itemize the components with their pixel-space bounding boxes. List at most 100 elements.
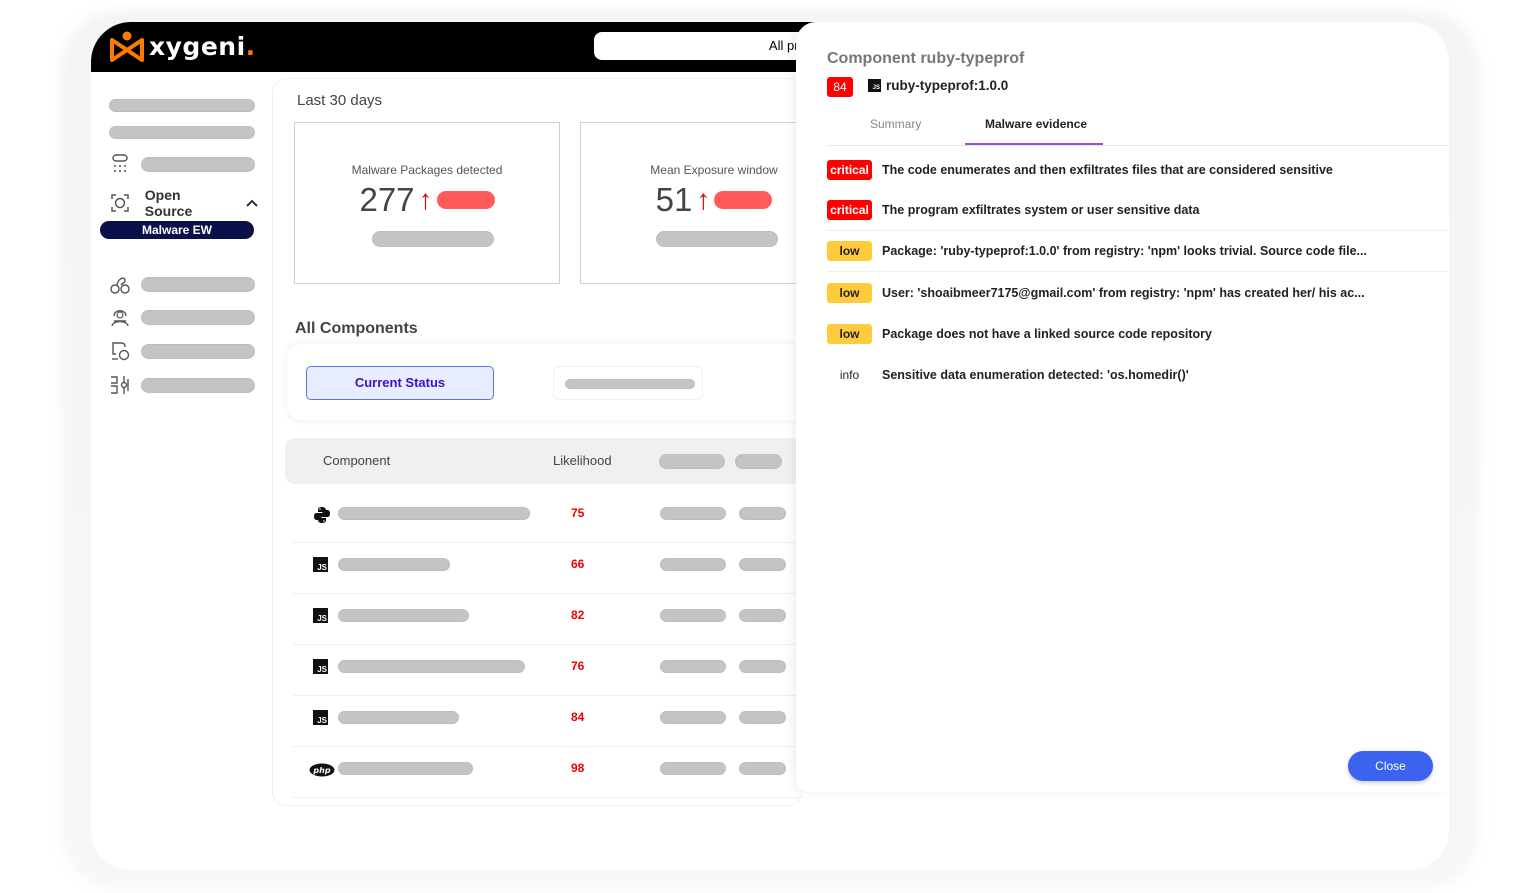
evidence-text: Package: 'ruby-typeprof:1.0.0' from regi… bbox=[882, 244, 1367, 258]
cell-placeholder bbox=[660, 558, 726, 571]
dependencies-icon bbox=[109, 273, 131, 295]
close-button[interactable]: Close bbox=[1348, 751, 1433, 781]
sidebar: Open Source Malware EW bbox=[91, 72, 271, 870]
chevron-up-icon[interactable] bbox=[245, 195, 259, 211]
filter-option[interactable] bbox=[553, 366, 703, 400]
component-name-placeholder bbox=[338, 711, 459, 724]
component-detail-panel: Component ruby-typeprof 84 JS ruby-typep… bbox=[796, 22, 1449, 792]
likelihood-value: 84 bbox=[571, 710, 585, 724]
sidebar-item[interactable] bbox=[109, 306, 255, 328]
sidebar-item-label-placeholder bbox=[141, 156, 255, 172]
active-tab-indicator bbox=[965, 143, 1103, 145]
logo: xygeni. bbox=[109, 30, 256, 62]
tabs: Summary Malware evidence bbox=[827, 108, 1449, 146]
tab-malware-evidence[interactable]: Malware evidence bbox=[985, 117, 1087, 131]
hacker-icon bbox=[109, 306, 131, 328]
sidebar-item-label-placeholder bbox=[141, 309, 255, 325]
component-name-placeholder bbox=[338, 507, 530, 520]
open-source-icon bbox=[109, 192, 131, 214]
cell-placeholder bbox=[660, 660, 726, 673]
evidence-item[interactable]: low User: 'shoaibmeer7175@gmail.com' from… bbox=[827, 272, 1449, 313]
kpi-label: Malware Packages detected bbox=[351, 163, 503, 177]
evidence-item[interactable]: critical The code enumerates and then exf… bbox=[827, 149, 1449, 190]
svg-text:php: php bbox=[312, 766, 330, 775]
likelihood-value: 82 bbox=[571, 608, 585, 622]
evidence-text: User: 'shoaibmeer7175@gmail.com' from re… bbox=[882, 285, 1365, 300]
all-components-title: All Components bbox=[295, 320, 418, 337]
php-icon: php bbox=[309, 763, 335, 777]
evidence-text: Sensitive data enumeration detected: 'os… bbox=[882, 367, 1189, 382]
column-header-placeholder[interactable] bbox=[735, 454, 782, 469]
severity-badge: low bbox=[827, 241, 872, 261]
python-icon bbox=[314, 507, 330, 523]
evidence-text: Package does not have a linked source co… bbox=[882, 326, 1212, 341]
table-row[interactable]: JS 66 bbox=[293, 543, 803, 594]
kpi-subtitle-placeholder bbox=[656, 231, 778, 247]
sidebar-item[interactable] bbox=[109, 153, 255, 175]
kpi-card-malware-packages[interactable]: Malware Packages detected 277 ↑ bbox=[294, 122, 560, 284]
sidebar-item[interactable] bbox=[109, 374, 255, 396]
sidebar-item-malware-ew[interactable]: Malware EW bbox=[100, 221, 254, 239]
cell-placeholder bbox=[660, 762, 726, 775]
evidence-text: The program exfiltrates system or user s… bbox=[882, 203, 1200, 217]
component-name-placeholder bbox=[338, 609, 469, 622]
component-name-placeholder bbox=[338, 558, 450, 571]
settings-sliders-icon bbox=[109, 374, 131, 396]
filter-label-placeholder bbox=[565, 379, 695, 389]
severity-badge: low bbox=[827, 282, 872, 303]
severity-badge: low bbox=[827, 323, 872, 344]
column-header-component[interactable]: Component bbox=[323, 453, 390, 468]
evidence-item[interactable]: info Sensitive data enumeration detected:… bbox=[827, 354, 1449, 395]
table-row[interactable]: 75 bbox=[293, 492, 803, 543]
likelihood-value: 75 bbox=[571, 506, 585, 520]
current-status-button[interactable]: Current Status bbox=[306, 366, 494, 400]
js-icon: JS bbox=[313, 710, 328, 725]
kpi-value: 277 bbox=[359, 181, 415, 218]
kpi-value-row: 277 ↑ bbox=[295, 181, 559, 219]
likelihood-value: 98 bbox=[571, 761, 585, 775]
js-icon: JS bbox=[313, 659, 328, 674]
table-header: Component Likelihood bbox=[285, 438, 805, 484]
cell-placeholder bbox=[739, 660, 786, 673]
component-name-placeholder bbox=[338, 762, 473, 775]
evidence-item[interactable]: low Package: 'ruby-typeprof:1.0.0' from r… bbox=[827, 231, 1449, 272]
likelihood-value: 76 bbox=[571, 659, 585, 673]
brand-name: xygeni. bbox=[149, 31, 256, 61]
kpi-subtitle-placeholder bbox=[372, 231, 494, 247]
severity-badge: critical bbox=[827, 159, 872, 180]
table-row[interactable]: JS 82 bbox=[293, 594, 803, 645]
sidebar-item-placeholder[interactable] bbox=[109, 99, 255, 112]
js-icon: JS bbox=[313, 608, 328, 623]
table-row[interactable]: JS 76 bbox=[293, 645, 803, 696]
cell-placeholder bbox=[739, 711, 786, 724]
period-label: Last 30 days bbox=[297, 92, 383, 109]
cell-placeholder bbox=[660, 609, 726, 622]
js-icon: JS bbox=[868, 79, 881, 92]
column-header-likelihood[interactable]: Likelihood bbox=[553, 453, 612, 468]
pipeline-icon bbox=[109, 153, 131, 175]
sidebar-item-label-placeholder bbox=[141, 276, 255, 292]
evidence-item[interactable]: low Package does not have a linked source… bbox=[827, 313, 1449, 354]
cell-placeholder bbox=[660, 711, 726, 724]
arrow-up-icon: ↑ bbox=[418, 184, 433, 215]
sidebar-item[interactable] bbox=[109, 273, 255, 295]
package-label: ruby-typeprof:1.0.0 bbox=[886, 78, 1009, 93]
tab-summary[interactable]: Summary bbox=[870, 117, 921, 131]
likelihood-value: 66 bbox=[571, 557, 585, 571]
panel-title: Component ruby-typeprof bbox=[827, 50, 1025, 67]
sidebar-item-label-placeholder bbox=[141, 343, 255, 359]
sidebar-item-label-placeholder bbox=[141, 377, 255, 393]
app-window: xygeni. All project Open Source Malware … bbox=[91, 22, 1449, 870]
kpi-card-mean-exposure[interactable]: Mean Exposure window 51 ↑ bbox=[580, 122, 810, 284]
component-name-placeholder bbox=[338, 660, 525, 673]
severity-badge: critical bbox=[827, 200, 872, 220]
kpi-trend-pill bbox=[714, 191, 773, 209]
package-name: JS ruby-typeprof:1.0.0 bbox=[868, 78, 1008, 93]
sidebar-item-placeholder[interactable] bbox=[109, 126, 255, 139]
sidebar-item-open-source[interactable]: Open Source bbox=[109, 187, 259, 219]
table-row[interactable]: php 98 bbox=[293, 747, 803, 798]
sidebar-item[interactable] bbox=[109, 340, 255, 362]
column-header-placeholder[interactable] bbox=[659, 454, 725, 469]
evidence-item[interactable]: critical The program exfiltrates system o… bbox=[827, 190, 1449, 231]
table-row[interactable]: JS 84 bbox=[293, 696, 803, 747]
